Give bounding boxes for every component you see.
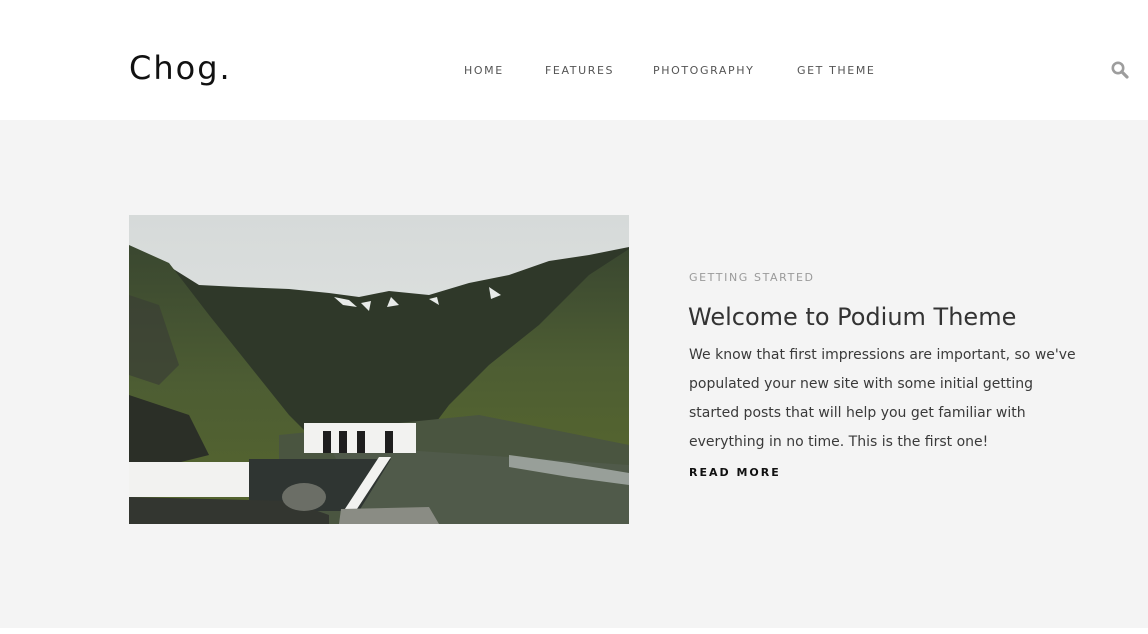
nav-item-features[interactable]: FEATURES <box>545 62 614 80</box>
post-excerpt: We know that first impressions are impor… <box>689 347 1076 450</box>
nav-item-photography[interactable]: PHOTOGRAPHY <box>653 62 754 80</box>
read-more-link[interactable]: READ MORE <box>689 464 781 482</box>
search-icon[interactable] <box>1110 60 1130 80</box>
site-header: Chog. HOME FEATURES PHOTOGRAPHY GET THEM… <box>0 0 1148 120</box>
post-featured-image[interactable] <box>129 215 629 524</box>
page-bottom-edge <box>0 628 1148 634</box>
nav-item-home[interactable]: HOME <box>464 62 504 80</box>
nav-item-get-theme[interactable]: GET THEME <box>797 62 875 80</box>
site-logo[interactable]: Chog. <box>129 46 232 90</box>
post-category-tag[interactable]: GETTING STARTED <box>689 270 815 286</box>
post-title[interactable]: Welcome to Podium Theme <box>688 300 1108 334</box>
